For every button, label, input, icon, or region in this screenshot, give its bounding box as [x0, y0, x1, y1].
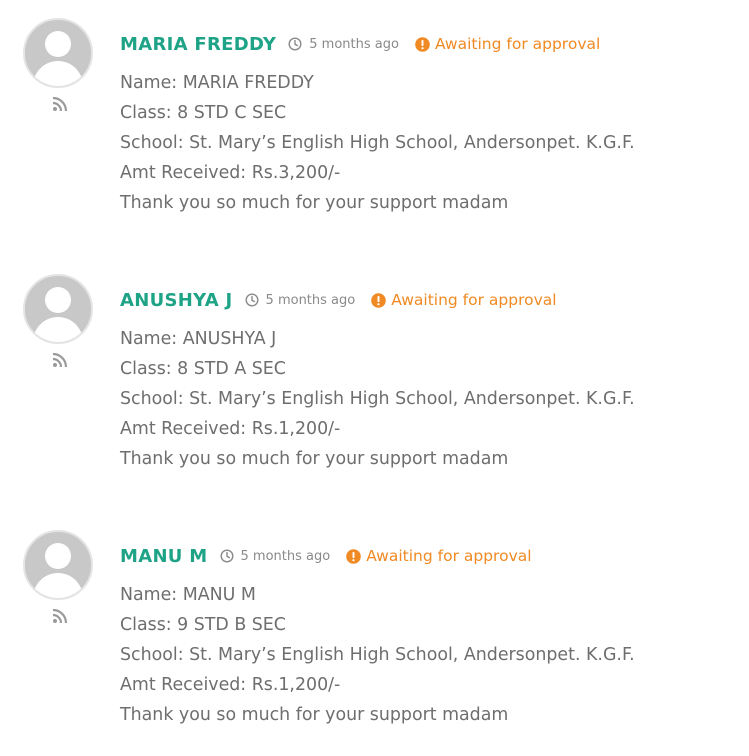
comment-line-amount: Amt Received: Rs.3,200/-	[120, 163, 341, 183]
comment-line-name: Name: MANU M	[120, 585, 256, 605]
comment-meta: MANU M 5 months ago Awaiting for approva…	[120, 543, 740, 569]
comment-line-message: Thank you so much for your support madam	[120, 705, 509, 725]
avatar-silhouette-body	[33, 317, 83, 342]
comment-line-school: School: St. Mary’s English High School, …	[120, 389, 635, 409]
clock-icon	[245, 293, 259, 307]
rss-icon[interactable]	[52, 608, 68, 624]
comment-line-class: Class: 8 STD A SEC	[120, 359, 286, 379]
exclamation-circle-icon	[415, 36, 430, 52]
comment-meta: MARIA FREDDY 5 months ago Awaiting for a…	[120, 31, 740, 57]
approval-status: Awaiting for approval	[366, 547, 532, 565]
comment-time[interactable]: 5 months ago	[309, 37, 399, 52]
comment-content: MARIA FREDDY 5 months ago Awaiting for a…	[120, 31, 740, 218]
rss-icon[interactable]	[52, 352, 68, 368]
default-avatar-icon	[45, 287, 71, 313]
comment-line-school: School: St. Mary’s English High School, …	[120, 645, 635, 665]
clock-icon	[288, 37, 302, 51]
comment-line-class: Class: 8 STD C SEC	[120, 103, 287, 123]
comment-line-school: School: St. Mary’s English High School, …	[120, 133, 635, 153]
avatar-silhouette-body	[33, 573, 83, 598]
comment-body: Name: MARIA FREDDY Class: 8 STD C SEC Sc…	[120, 68, 740, 218]
comment-item: MARIA FREDDY 5 months ago Awaiting for a…	[0, 0, 749, 230]
comment-body: Name: ANUSHYA J Class: 8 STD A SEC Schoo…	[120, 324, 740, 474]
approval-status: Awaiting for approval	[391, 291, 557, 309]
comment-line-class: Class: 9 STD B SEC	[120, 615, 286, 635]
comment-author[interactable]: MANU M	[120, 546, 208, 567]
default-avatar-icon	[45, 31, 71, 57]
comment-line-amount: Amt Received: Rs.1,200/-	[120, 419, 341, 439]
comment-content: MANU M 5 months ago Awaiting for approva…	[120, 543, 740, 730]
comment-line-message: Thank you so much for your support madam	[120, 449, 509, 469]
comment-line-name: Name: MARIA FREDDY	[120, 73, 314, 93]
comment-line-name: Name: ANUSHYA J	[120, 329, 277, 349]
comment-item: MANU M 5 months ago Awaiting for approva…	[0, 512, 749, 742]
comment-line-amount: Amt Received: Rs.1,200/-	[120, 675, 341, 695]
comment-meta: ANUSHYA J 5 months ago Awaiting for appr…	[120, 287, 740, 313]
comment-content: ANUSHYA J 5 months ago Awaiting for appr…	[120, 287, 740, 474]
avatar[interactable]	[23, 530, 93, 600]
comment-avatar-column	[23, 274, 93, 368]
avatar[interactable]	[23, 274, 93, 344]
comment-author[interactable]: ANUSHYA J	[120, 290, 233, 311]
comment-time[interactable]: 5 months ago	[241, 549, 331, 564]
comment-line-message: Thank you so much for your support madam	[120, 193, 509, 213]
comment-body: Name: MANU M Class: 9 STD B SEC School: …	[120, 580, 740, 730]
comment-time[interactable]: 5 months ago	[266, 293, 356, 308]
comment-avatar-column	[23, 530, 93, 624]
avatar-silhouette-body	[33, 61, 83, 86]
clock-icon	[220, 549, 234, 563]
rss-icon[interactable]	[52, 96, 68, 112]
comment-author[interactable]: MARIA FREDDY	[120, 34, 276, 55]
default-avatar-icon	[45, 543, 71, 569]
comment-avatar-column	[23, 18, 93, 112]
exclamation-circle-icon	[371, 292, 387, 308]
exclamation-circle-icon	[346, 548, 362, 564]
avatar[interactable]	[23, 18, 93, 88]
approval-status: Awaiting for approval	[434, 35, 601, 53]
comment-item: ANUSHYA J 5 months ago Awaiting for appr…	[0, 256, 749, 486]
